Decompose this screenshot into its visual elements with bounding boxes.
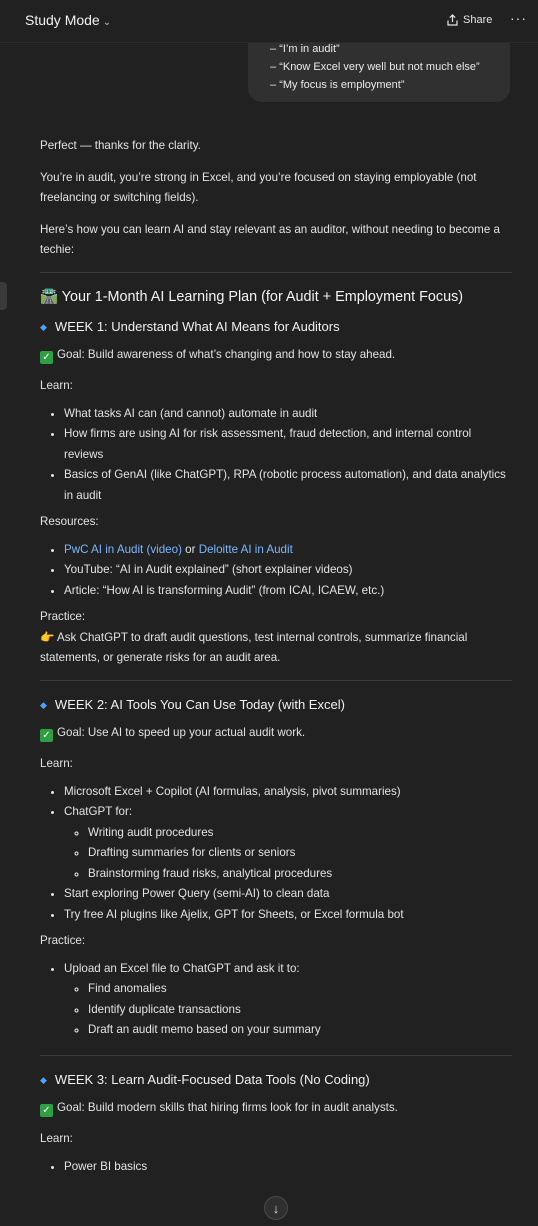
practice-label: Practice: xyxy=(40,610,86,623)
pointing-hand-icon: 👉 xyxy=(40,630,55,644)
diamond-icon: ◆ xyxy=(40,1074,47,1085)
week1-learn-list: What tasks AI can (and cannot) automate … xyxy=(40,404,512,507)
check-icon: ✓ xyxy=(40,350,53,364)
week3-learn-list: Power BI basics xyxy=(40,1157,512,1178)
list-item: Basics of GenAI (like ChatGPT), RPA (rob… xyxy=(64,465,512,506)
list-item: Writing audit procedures xyxy=(88,823,512,844)
intro-paragraph: You’re in audit, you’re strong in Excel,… xyxy=(40,170,477,205)
arrow-down-icon: ↓ xyxy=(272,1201,280,1216)
divider xyxy=(40,271,512,273)
chevron-down-icon: ⌄ xyxy=(102,17,112,28)
list-item: PwC AI in Audit (video) or Deloitte AI i… xyxy=(64,540,512,561)
share-icon xyxy=(447,14,458,26)
share-button[interactable]: Share xyxy=(447,14,492,26)
list-item: Try free AI plugins like Ajelix, GPT for… xyxy=(64,905,512,926)
chatgpt-sublist: Writing audit procedures Drafting summar… xyxy=(64,823,512,885)
list-item: ChatGPT for: Writing audit procedures Dr… xyxy=(64,802,512,884)
week1-practice: 👉 Ask ChatGPT to draft audit questions, … xyxy=(40,630,468,665)
assistant-message: Perfect — thanks for the clarity. You’re… xyxy=(40,136,512,1183)
diamond-icon: ◆ xyxy=(40,321,47,332)
resources-label: Resources: xyxy=(40,515,99,528)
list-item: Drafting summaries for clients or senior… xyxy=(88,843,512,864)
list-item: What tasks AI can (and cannot) automate … xyxy=(64,404,512,425)
intro-paragraph: Perfect — thanks for the clarity. xyxy=(40,139,201,152)
model-selector-label: Study Mode xyxy=(25,12,100,28)
user-message-line: – “My focus is employment” xyxy=(270,79,405,91)
list-item: YouTube: “AI in Audit explained” (short … xyxy=(64,560,512,581)
week2-heading: ◆ WEEK 2: AI Tools You Can Use Today (wit… xyxy=(40,696,345,712)
divider xyxy=(40,1054,512,1056)
scroll-down-button[interactable]: ↓ xyxy=(264,1196,288,1220)
list-item: Article: “How AI is transforming Audit” … xyxy=(64,581,512,602)
model-selector[interactable]: Study Mode ⌄ xyxy=(25,12,111,28)
week2-learn-list: Microsoft Excel + Copilot (AI formulas, … xyxy=(40,782,512,926)
list-item: Draft an audit memo based on your summar… xyxy=(88,1020,512,1041)
list-item: Power BI basics xyxy=(64,1157,512,1178)
sidebar-handle[interactable] xyxy=(0,282,7,310)
check-icon: ✓ xyxy=(40,728,53,742)
list-item: Microsoft Excel + Copilot (AI formulas, … xyxy=(64,782,512,803)
divider xyxy=(40,679,512,681)
list-item: Upload an Excel file to ChatGPT and ask … xyxy=(64,959,512,1041)
list-item: How firms are using AI for risk assessme… xyxy=(64,424,512,465)
list-item: Brainstorming fraud risks, analytical pr… xyxy=(88,864,512,885)
list-item: Find anomalies xyxy=(88,979,512,1000)
week3-heading: ◆ WEEK 3: Learn Audit-Focused Data Tools … xyxy=(40,1071,370,1087)
check-icon: ✓ xyxy=(40,1103,53,1117)
diamond-icon: ◆ xyxy=(40,699,47,710)
week1-resources-list: PwC AI in Audit (video) or Deloitte AI i… xyxy=(40,540,512,602)
week1-heading: ◆ WEEK 1: Understand What AI Means for Au… xyxy=(40,318,340,334)
list-item: Identify duplicate transactions xyxy=(88,1000,512,1021)
plan-heading: 🛣️ Your 1-Month AI Learning Plan (for Au… xyxy=(40,288,464,305)
learn-label: Learn: xyxy=(40,757,73,770)
week1-goal: ✓ Goal: Build awareness of what’s changin… xyxy=(40,345,512,366)
road-icon: 🛣️ xyxy=(40,288,58,305)
practice-label: Practice: xyxy=(40,934,86,947)
top-bar: Study Mode ⌄ Share ··· xyxy=(0,0,538,43)
learn-label: Learn: xyxy=(40,1132,73,1145)
upload-sublist: Find anomalies Identify duplicate transa… xyxy=(64,979,512,1041)
pwc-link[interactable]: PwC AI in Audit (video) xyxy=(64,543,182,556)
intro-paragraph: Here’s how you can learn AI and stay rel… xyxy=(40,222,500,257)
more-options-button[interactable]: ··· xyxy=(510,10,527,26)
deloitte-link[interactable]: Deloitte AI in Audit xyxy=(199,543,293,556)
share-label: Share xyxy=(463,14,493,26)
user-message-line: – “Know Excel very well but not much els… xyxy=(270,61,480,73)
week2-goal: ✓ Goal: Use AI to speed up your actual au… xyxy=(40,723,512,744)
learn-label: Learn: xyxy=(40,379,73,392)
week2-practice-list: Upload an Excel file to ChatGPT and ask … xyxy=(40,959,512,1041)
week3-goal: ✓ Goal: Build modern skills that hiring f… xyxy=(40,1098,512,1119)
list-item: Start exploring Power Query (semi-AI) to… xyxy=(64,884,512,905)
